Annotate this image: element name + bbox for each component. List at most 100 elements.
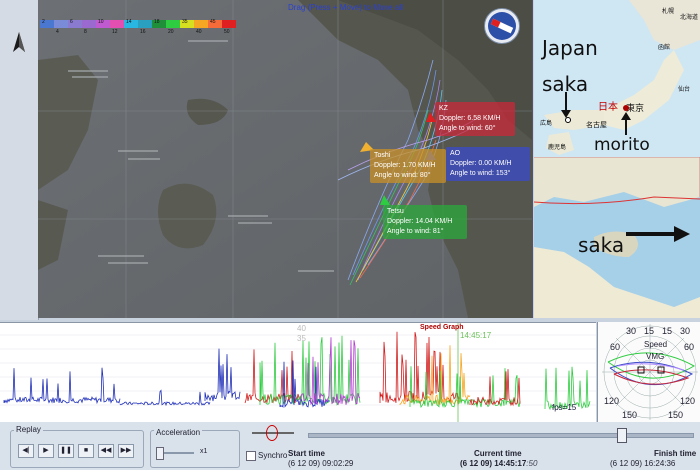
current-time-label: Current time (474, 449, 522, 458)
rider-tag-toshi[interactable]: Toshi Doppler: 1.70 KM/H Angle to wind: … (370, 149, 446, 183)
scale-swatch (166, 20, 180, 28)
fast-forward-button[interactable]: ▶▶ (118, 444, 134, 458)
polar-label: 15 (644, 326, 655, 336)
speed-series (204, 348, 241, 402)
scale-swatch (138, 20, 152, 28)
polar-label: 60 (610, 342, 621, 352)
graph-cursor-time: 14:45:17 (460, 331, 492, 340)
polar-plot (602, 324, 698, 420)
scale-swatch (54, 20, 68, 28)
polar-speed-label: Speed (644, 340, 668, 349)
rider-angle: Angle to wind: 80° (374, 172, 431, 179)
scale-label: 20 (168, 29, 174, 35)
scale-label: 50 (224, 29, 230, 35)
scale-label: 12 (112, 29, 118, 35)
start-time-value: (6 12 09) 09:02:29 (288, 459, 354, 468)
scale-label: 18 (154, 19, 160, 25)
rider-name: KZ (439, 105, 448, 112)
play-button[interactable]: ▶ (38, 444, 54, 458)
finish-time-label: Finish time (654, 449, 697, 458)
rider-doppler: Doppler: 14.04 KM/H (387, 218, 453, 225)
polar-label: 30 (680, 326, 691, 336)
scale-swatch (110, 20, 124, 28)
graph-zoom-thumb[interactable] (266, 425, 278, 441)
speed-series (379, 331, 461, 404)
rewind-button[interactable]: ◀◀ (98, 444, 114, 458)
scale-label: 14 (126, 19, 132, 25)
speed-series (244, 349, 301, 404)
playback-controls: Replay ◀| ▶ ❚❚ ■ ◀◀ ▶▶ Acceleration x1 S… (0, 422, 700, 470)
stop-icon: ■ (83, 447, 89, 454)
timeline-thumb[interactable] (617, 428, 628, 443)
rider-doppler: Doppler: 6.58 KM/H (439, 115, 501, 122)
wind-direction-icon (488, 12, 516, 40)
fps-readout: fps=15 (552, 403, 577, 412)
current-time-suffix: :50 (526, 459, 538, 468)
polar-diagram: 30 15 15 30 60 60 120 120 150 150 Speed … (597, 322, 700, 422)
speed-series (469, 369, 521, 407)
rider-doppler: Doppler: 0.00 KM/H (450, 160, 512, 167)
scale-label: 2 (42, 19, 45, 25)
rider-tag-ao[interactable]: AO Doppler: 0.00 KM/H Angle to wind: 153… (446, 147, 530, 181)
rider-name: Tetsu (387, 208, 404, 215)
polar-vmg-label: VMG (646, 352, 665, 361)
rider-doppler: Doppler: 1.70 KM/H (374, 162, 436, 169)
polar-label: 60 (684, 342, 695, 352)
drag-hint: Drag (Press + Move) to Move all (288, 3, 403, 12)
scale-label: 4 (56, 29, 59, 35)
graph-tick-35: 35 (297, 334, 306, 343)
polar-label: 150 (622, 410, 638, 420)
wind-direction-button[interactable] (484, 8, 520, 44)
start-time-label: Start time (288, 449, 325, 458)
acceleration-thumb[interactable] (156, 447, 164, 460)
scale-label: 40 (196, 29, 202, 35)
rider-name: AO (450, 150, 461, 157)
current-time: (6 12 09) 14:45:17:50 (460, 459, 537, 468)
step-back-icon: ◀| (22, 447, 30, 454)
acceleration-label: Acceleration (154, 428, 203, 437)
scale-swatch (82, 20, 96, 28)
label-saka-zoom: saka (578, 233, 625, 257)
inset-map-zoom: saka (534, 157, 700, 318)
graph-title: Speed Graph (420, 324, 464, 331)
polar-label: 120 (604, 396, 620, 406)
speed-color-scale: 2 4 6 8 10 12 14 16 18 20 35 40 45 50 (40, 19, 250, 38)
acceleration-value: x1 (200, 448, 208, 455)
rider-tag-tetsu[interactable]: Tetsu Doppler: 14.04 KM/H Angle to wind:… (383, 205, 467, 239)
pause-button[interactable]: ❚❚ (58, 444, 74, 458)
polar-label: 30 (626, 326, 637, 336)
rider-angle: Angle to wind: 153° (450, 170, 511, 177)
acceleration-slider[interactable] (156, 447, 194, 460)
current-time-value: (6 12 09) 14:45:17 (460, 459, 527, 468)
step-back-button[interactable]: ◀| (18, 444, 34, 458)
scale-label: 6 (70, 19, 73, 25)
satellite-map[interactable]: Drag (Press + Move) to Move all 2 4 6 8 10 12… (38, 0, 533, 318)
scale-label: 10 (98, 19, 104, 25)
left-toolbar (0, 0, 39, 320)
location-pointers (561, 92, 631, 135)
polar-label: 120 (680, 396, 696, 406)
speed-series (119, 389, 211, 407)
fast-forward-icon: ▶▶ (120, 447, 132, 454)
arrow-right-icon (626, 226, 690, 242)
inset-map-japan: Japan saka morito 札幌 北海道 函館 仙台 日本 東京 名古屋… (534, 0, 700, 157)
scale-swatch (222, 20, 236, 28)
speed-series (3, 367, 121, 405)
polar-label: 150 (668, 410, 684, 420)
timeline-slider[interactable] (308, 428, 694, 443)
polar-label: 15 (662, 326, 673, 336)
pause-icon: ❚❚ (60, 447, 72, 454)
synchro-checkbox[interactable] (246, 451, 256, 461)
rider-angle: Angle to wind: 81° (387, 228, 444, 235)
scale-label: 45 (210, 19, 216, 25)
north-arrow-icon (13, 32, 25, 52)
rider-name: Toshi (374, 152, 391, 159)
scale-swatch (194, 20, 208, 28)
finish-time-value: (6 12 09) 16:24:36 (610, 459, 676, 468)
scale-label: 35 (182, 19, 188, 25)
speed-series (259, 335, 361, 406)
graph-tick-40: 40 (297, 324, 306, 333)
synchro-label: Synchro (258, 451, 288, 460)
stop-button[interactable]: ■ (78, 444, 94, 458)
rider-tag-kz[interactable]: KZ Doppler: 6.58 KM/H Angle to wind: 60° (435, 102, 515, 136)
